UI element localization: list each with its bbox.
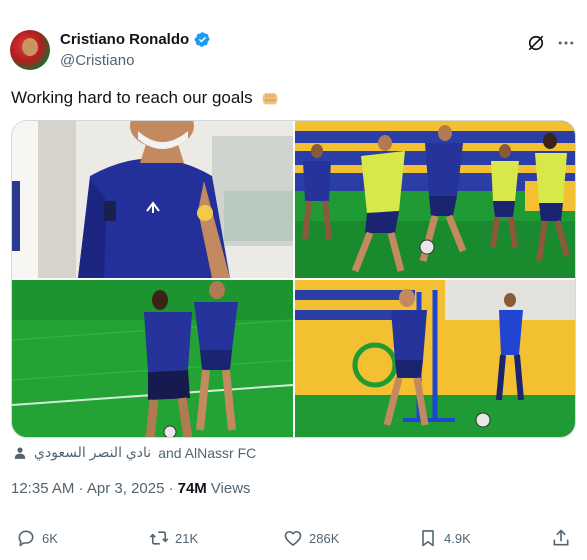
- like-count: 286K: [309, 530, 340, 546]
- tagged-users[interactable]: نادي النصر السعودي and AlNassr FC: [13, 444, 256, 461]
- views-label: Views: [210, 480, 251, 497]
- bookmark-button[interactable]: 4.9K: [418, 528, 471, 548]
- views-count: 74M: [177, 480, 207, 497]
- author-avatar[interactable]: [10, 30, 50, 70]
- grok-icon[interactable]: [526, 33, 546, 53]
- author-handle[interactable]: @Cristiano: [60, 52, 134, 69]
- tweet-text: Working hard to reach our goals: [11, 87, 281, 109]
- bookmark-icon: [422, 530, 434, 547]
- verified-badge-icon: [194, 32, 210, 47]
- bookmark-count: 4.9K: [444, 530, 471, 546]
- repost-icon: [149, 531, 169, 545]
- photo-ronaldo-poles[interactable]: [295, 280, 575, 437]
- reply-icon: [18, 530, 34, 547]
- share-icon: [553, 529, 569, 546]
- repost-button[interactable]: 21K: [149, 528, 198, 548]
- heart-icon: [284, 530, 302, 546]
- more-options-icon[interactable]: [556, 33, 576, 53]
- author-name-row[interactable]: Cristiano Ronaldo: [60, 31, 211, 48]
- photo-team-training[interactable]: [295, 121, 575, 278]
- like-button[interactable]: 286K: [283, 528, 339, 548]
- repost-count: 21K: [175, 530, 199, 546]
- tagged-suffix[interactable]: and AlNassr FC: [158, 445, 256, 461]
- share-button[interactable]: [551, 528, 571, 548]
- reply-count: 6K: [42, 530, 58, 546]
- tweet-meta: 12:35 AM · Apr 3, 2025 · 74M Views: [11, 480, 251, 497]
- tweet-media-grid: [11, 120, 576, 438]
- tagged-arabic-name[interactable]: نادي النصر السعودي: [34, 444, 151, 461]
- reply-button[interactable]: 6K: [16, 528, 58, 548]
- tweet-timestamp[interactable]: 12:35 AM · Apr 3, 2025 ·: [11, 480, 174, 497]
- person-icon: [14, 446, 26, 459]
- author-display-name[interactable]: Cristiano Ronaldo: [60, 31, 189, 48]
- fist-emoji-icon: [262, 93, 277, 105]
- photo-two-players[interactable]: [12, 280, 293, 437]
- photo-ronaldo-closeup[interactable]: [12, 121, 293, 278]
- tweet-text-content: Working hard to reach our goals: [11, 88, 253, 107]
